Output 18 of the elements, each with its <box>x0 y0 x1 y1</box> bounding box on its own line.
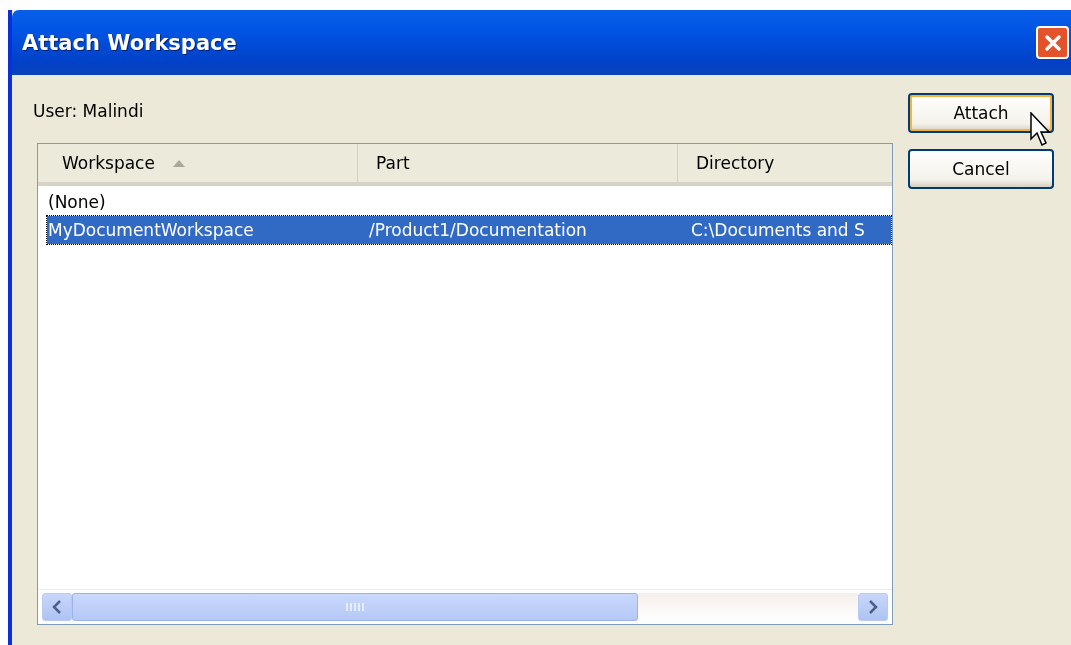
dialog-button[interactable]: Cancel <box>908 149 1054 189</box>
column-header[interactable]: Part <box>358 144 678 182</box>
list-row[interactable]: MyDocumentWorkspace /Product1/Documentation C:\Documents and S <box>47 216 891 244</box>
dialog-button[interactable]: Attach <box>908 93 1054 133</box>
list-row[interactable]: (None) <box>47 188 891 216</box>
pointer-icon <box>1030 112 1052 148</box>
list-cell: C:\Documents and S <box>691 220 865 240</box>
column-header[interactable]: Workspace <box>38 144 358 182</box>
scroll-right-button[interactable] <box>858 593 888 621</box>
grip-icon <box>345 602 365 612</box>
user-label: User: Malindi <box>33 100 145 123</box>
scroll-left-button[interactable] <box>42 593 72 621</box>
list-cell: MyDocumentWorkspace <box>48 220 254 240</box>
column-header[interactable]: Directory <box>678 144 892 182</box>
list-cell: (None) <box>48 192 106 212</box>
list-cell: /Product1/Documentation <box>369 220 587 240</box>
window-title: Attach Workspace <box>22 30 237 55</box>
close-button[interactable] <box>1036 26 1069 59</box>
